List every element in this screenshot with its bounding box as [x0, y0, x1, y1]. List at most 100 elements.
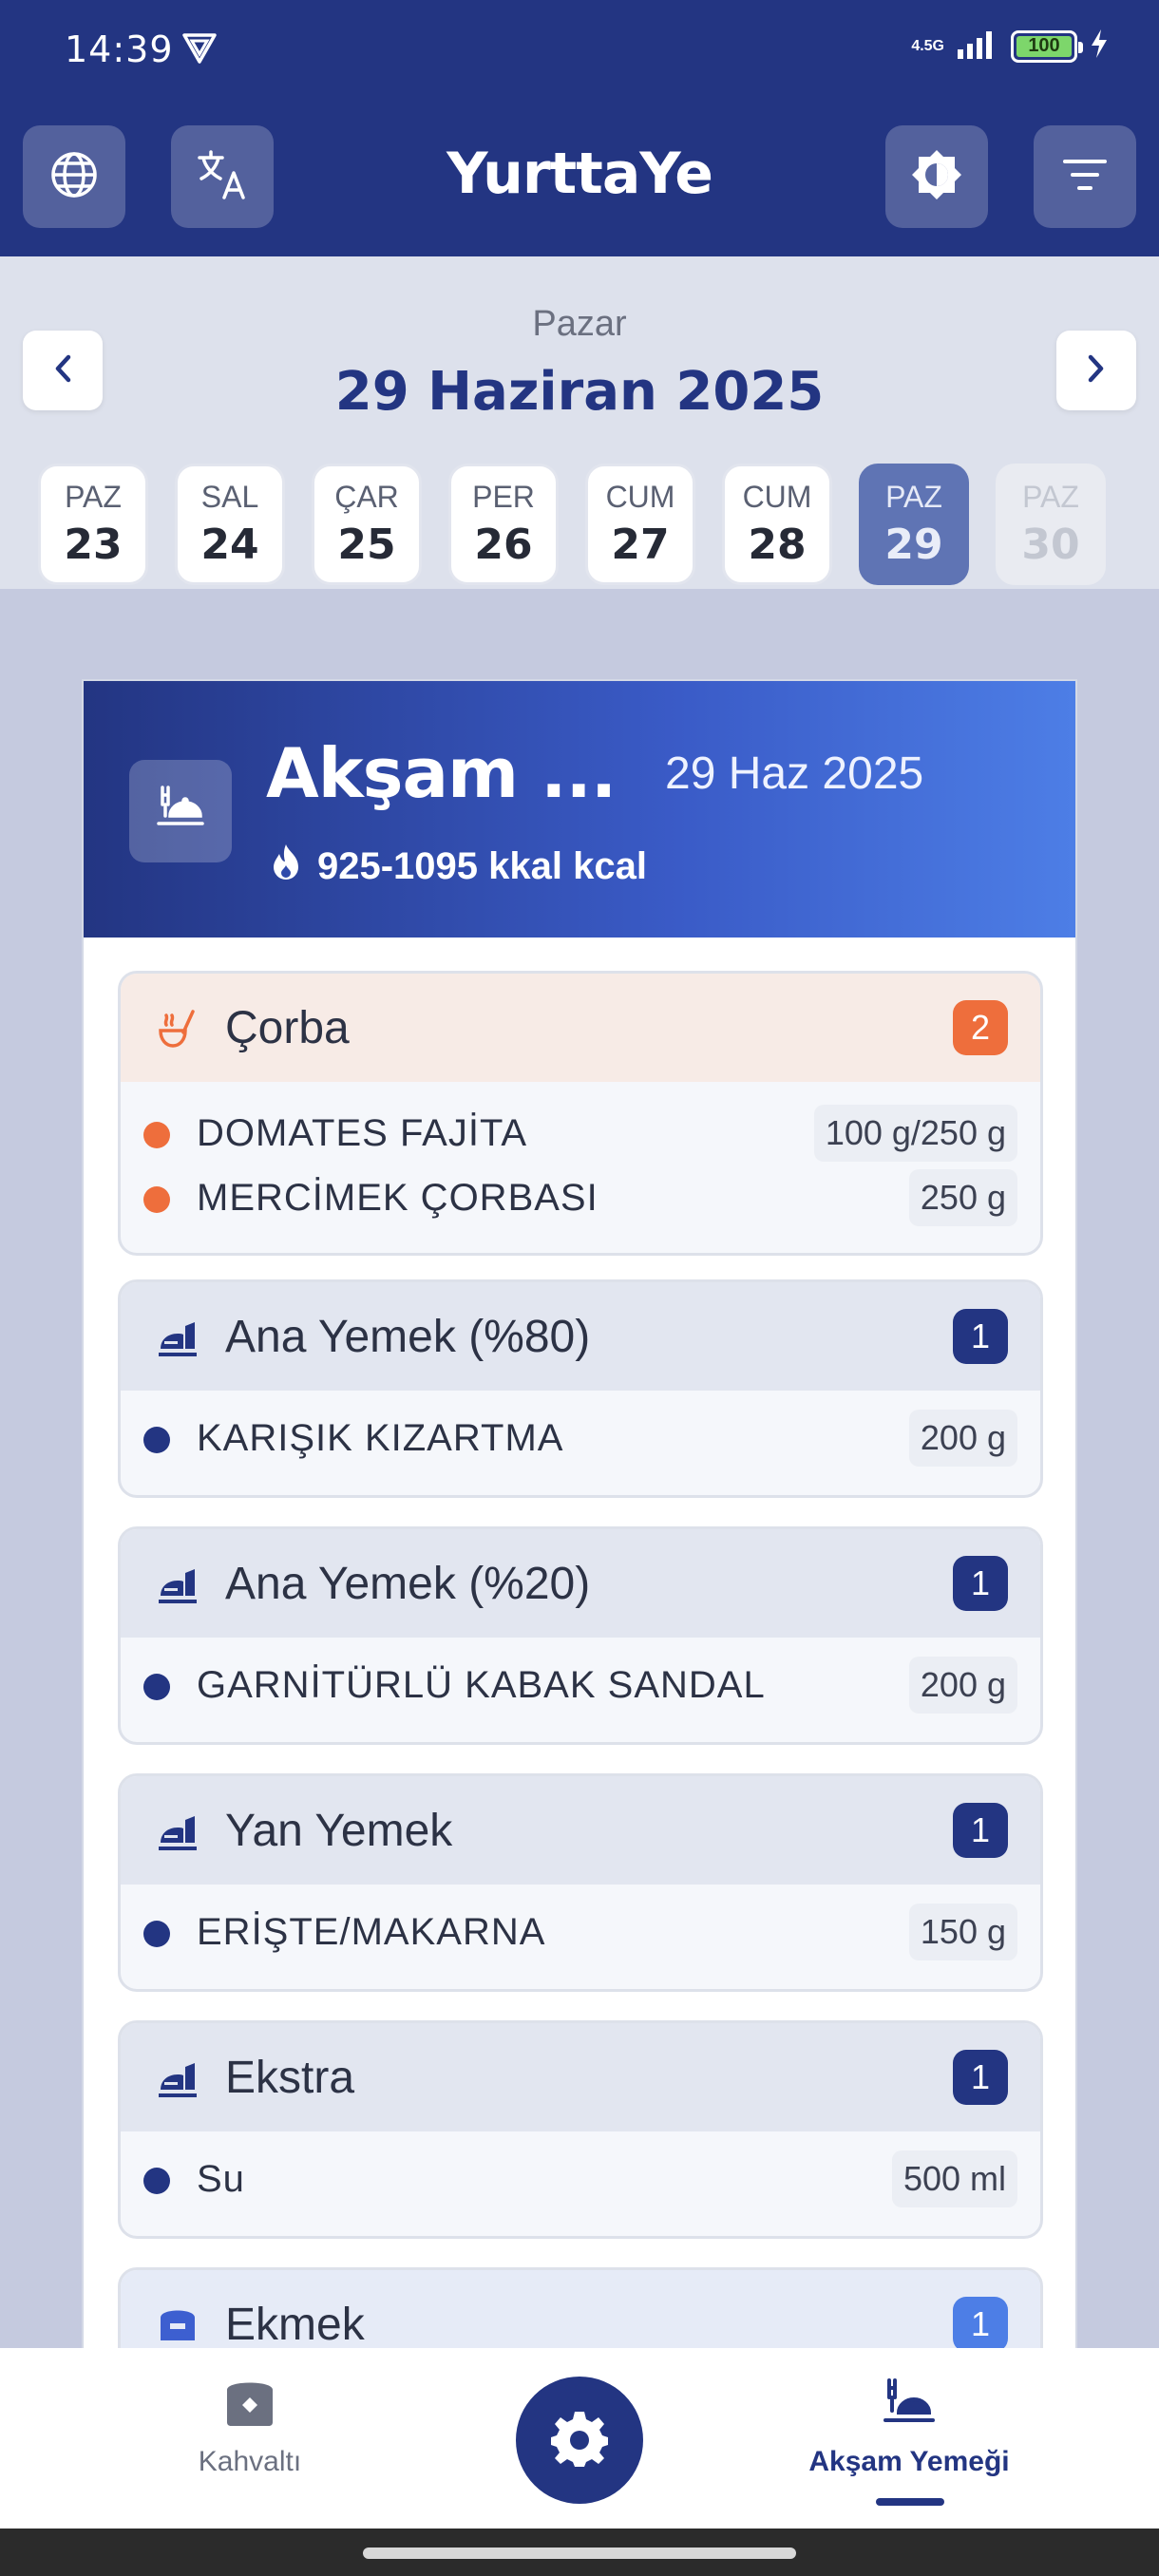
section-title: Ana Yemek (%80) — [225, 1312, 591, 1362]
bullet-dot — [143, 2168, 170, 2194]
bread-icon — [157, 2304, 199, 2347]
day-number: 29 — [884, 521, 943, 569]
item-quantity: 250 g — [908, 1169, 1017, 1226]
settings-button[interactable] — [516, 2377, 643, 2504]
meal-section[interactable]: Ana Yemek (%80) 1 KARIŞIK KIZARTMA 200 g — [118, 1279, 1043, 1498]
day-chip[interactable]: PAZ 23 — [38, 464, 148, 585]
bullet-dot — [143, 1186, 170, 1213]
day-chip[interactable]: PAZ 29 — [859, 464, 969, 585]
gear-icon — [550, 2409, 609, 2472]
day-chip[interactable]: CUM 27 — [585, 464, 695, 585]
day-abbr: ÇAR — [334, 480, 399, 514]
day-chip[interactable]: SAL 24 — [175, 464, 285, 585]
item-name: Su — [197, 2158, 245, 2200]
day-chip[interactable]: ÇAR 25 — [312, 464, 422, 585]
item-name: GARNİTÜRLÜ KABAK SANDAL — [197, 1664, 766, 1706]
vpn-icon — [180, 32, 218, 69]
filter-icon — [1061, 156, 1109, 199]
meal-section[interactable]: Ana Yemek (%20) 1 GARNİTÜRLÜ KABAK SANDAL 2… — [118, 1526, 1043, 1745]
soup-icon — [157, 1008, 197, 1054]
day-chip[interactable]: PER 26 — [448, 464, 559, 585]
day-chip[interactable]: PAZ 30 — [996, 464, 1106, 585]
meal-icon — [157, 1810, 199, 1857]
day-abbr: CUM — [742, 480, 812, 514]
day-abbr: SAL — [200, 480, 259, 514]
item-quantity: 200 g — [908, 1657, 1017, 1714]
breakfast-icon — [223, 2382, 276, 2432]
bullet-dot — [143, 1427, 170, 1453]
day-name: Pazar — [532, 304, 627, 344]
meal-section[interactable]: Ekstra 1 Su 500 ml — [118, 2020, 1043, 2239]
fire-icon — [270, 843, 302, 890]
section-title: Ekmek — [225, 2300, 365, 2350]
item-count-badge: 1 — [953, 1309, 1008, 1364]
item-count-badge: 1 — [953, 1556, 1008, 1611]
item-name: DOMATES FAJİTA — [197, 1112, 528, 1154]
meal-icon — [157, 1563, 199, 1610]
meal-title: Akşam ... — [266, 733, 617, 813]
bullet-dot — [143, 1921, 170, 1947]
calorie-text: 925-1095 kkal kcal — [317, 844, 647, 887]
item-quantity: 200 g — [908, 1410, 1017, 1467]
day-chip[interactable]: CUM 28 — [722, 464, 832, 585]
menu-item: ERİŞTE/MAKARNA 150 g — [121, 1900, 1040, 1964]
day-abbr: CUM — [605, 480, 675, 514]
section-header[interactable]: Çorba 2 — [121, 974, 1040, 1082]
item-name: KARIŞIK KIZARTMA — [197, 1417, 564, 1459]
day-strip: PAZ 23 SAL 24 ÇAR 25 PER 26 CUM 27 CUM 28 PAZ 29 PAZ 30 — [0, 462, 1159, 589]
battery-indicator: 100 — [1011, 29, 1083, 63]
date-selector: Pazar 29 Haziran 2025 PAZ 23 SAL 24 ÇAR 25 PER… — [0, 256, 1159, 589]
item-quantity: 100 g/250 g — [813, 1105, 1017, 1162]
day-abbr: PER — [472, 480, 535, 514]
menu-item: DOMATES FAJİTA 100 g/250 g — [121, 1101, 1040, 1165]
dinner-label: Akşam Yemeği — [808, 2446, 1010, 2477]
dinner-icon-box — [129, 760, 232, 862]
day-abbr: PAZ — [1022, 480, 1079, 514]
day-abbr: PAZ — [885, 480, 942, 514]
section-header[interactable]: Ana Yemek (%20) 1 — [121, 1529, 1040, 1638]
theme-toggle-button[interactable] — [885, 125, 988, 228]
section-title: Ekstra — [225, 2053, 355, 2103]
meal-section[interactable]: Çorba 2 DOMATES FAJİTA 100 g/250 g MERCİMEK … — [118, 971, 1043, 1256]
day-number: 28 — [748, 521, 807, 569]
calorie-range: 925-1095 kkal kcal — [270, 843, 647, 890]
item-count-badge: 1 — [953, 2297, 1008, 2352]
next-day-button[interactable] — [1056, 331, 1136, 410]
item-name: MERCİMEK ÇORBASI — [197, 1177, 598, 1219]
meal-date: 29 Haz 2025 — [665, 748, 924, 799]
day-number: 27 — [611, 521, 670, 569]
breakfast-tab[interactable]: Kahvaltı — [126, 2377, 373, 2478]
status-bar: 14:39 4.5G 100 — [0, 0, 1159, 104]
day-number: 26 — [474, 521, 533, 569]
menu-item: MERCİMEK ÇORBASI 250 g — [121, 1165, 1040, 1230]
network-type: 4.5G — [911, 37, 944, 54]
bullet-dot — [143, 1122, 170, 1148]
item-count-badge: 1 — [953, 1803, 1008, 1858]
dinner-nav-icon — [882, 2378, 937, 2432]
day-abbr: PAZ — [65, 480, 122, 514]
item-name: ERİŞTE/MAKARNA — [197, 1911, 546, 1953]
day-number: 23 — [64, 521, 123, 569]
breakfast-label: Kahvaltı — [198, 2446, 302, 2477]
filter-button[interactable] — [1034, 125, 1136, 228]
section-title: Çorba — [225, 1003, 350, 1053]
section-header[interactable]: Ana Yemek (%80) 1 — [121, 1282, 1040, 1391]
menu-item: Su 500 ml — [121, 2147, 1040, 2211]
home-gesture-handle[interactable] — [363, 2548, 796, 2559]
dinner-tab[interactable]: Akşam Yemeği — [786, 2377, 1033, 2478]
meal-section[interactable]: Yan Yemek 1 ERİŞTE/MAKARNA 150 g — [118, 1773, 1043, 1992]
signal-icon — [956, 28, 999, 64]
section-header[interactable]: Ekstra 1 — [121, 2023, 1040, 2131]
section-header[interactable]: Yan Yemek 1 — [121, 1776, 1040, 1885]
day-number: 24 — [200, 521, 259, 569]
charging-icon — [1089, 28, 1110, 64]
meal-icon — [157, 2057, 199, 2104]
day-number: 25 — [337, 521, 396, 569]
meal-card: Akşam ... 29 Haz 2025 925-1095 kkal kcal… — [82, 679, 1077, 2400]
item-quantity: 500 ml — [891, 2150, 1017, 2207]
item-quantity: 150 g — [908, 1904, 1017, 1960]
menu-item: GARNİTÜRLÜ KABAK SANDAL 200 g — [121, 1653, 1040, 1717]
brightness-icon — [909, 147, 964, 207]
day-number: 30 — [1021, 521, 1080, 569]
active-tab-indicator — [876, 2498, 944, 2506]
